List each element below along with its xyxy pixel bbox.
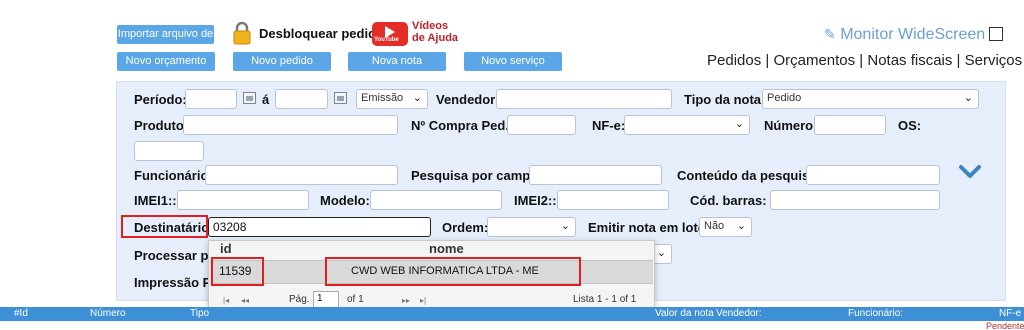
- widescreen-checkbox[interactable]: [989, 27, 1003, 41]
- col-name-header: nome: [429, 241, 464, 256]
- new-service-button[interactable]: Novo serviço: [464, 52, 562, 71]
- period-end-input[interactable]: [275, 89, 328, 109]
- model-label: Modelo:: [320, 193, 370, 208]
- date-type-value: Emissão: [361, 92, 404, 104]
- recipient-label-highlight: [121, 215, 208, 238]
- chevron-down-icon: ⌄: [412, 92, 422, 104]
- new-invoice-button[interactable]: Nova nota: [348, 52, 446, 71]
- chevron-down-icon: ⌄: [560, 220, 570, 232]
- first-page-icon[interactable]: |◂: [223, 296, 229, 305]
- chevron-down-icon: ⌄: [734, 118, 744, 130]
- section-nav[interactable]: Pedidos | Orçamentos | Notas fiscais | S…: [707, 52, 1022, 69]
- barcode-label: Cód. barras:: [690, 193, 767, 208]
- col-id[interactable]: #Id: [14, 308, 28, 319]
- process-select[interactable]: ⌄: [652, 244, 672, 264]
- number-input[interactable]: [814, 115, 886, 135]
- col-type[interactable]: Tipo: [190, 308, 209, 319]
- product-label: Produto:: [134, 118, 189, 133]
- employee-input[interactable]: [205, 165, 398, 185]
- order-label: Ordem:: [442, 220, 489, 235]
- col-nfe[interactable]: NF-e: [999, 308, 1021, 319]
- date-type-select[interactable]: Emissão ⌄: [356, 89, 428, 109]
- nfe-select[interactable]: ⌄: [624, 115, 750, 135]
- next-page-icon[interactable]: ▸▸: [402, 296, 410, 305]
- prev-page-icon[interactable]: ◂◂: [241, 296, 249, 305]
- col-number[interactable]: Número: [90, 308, 126, 319]
- chevron-down-icon: ⌄: [736, 220, 746, 232]
- imei1-label: IMEI1::: [134, 193, 177, 208]
- period-start-input[interactable]: [185, 89, 237, 109]
- last-page-icon[interactable]: ▸|: [420, 296, 426, 305]
- lock-icon[interactable]: [232, 21, 252, 45]
- videos-line2: de Ajuda: [412, 32, 459, 44]
- search-field-label: Pesquisa por campo:: [411, 168, 543, 183]
- invoice-type-value: Pedido: [767, 92, 802, 104]
- calendar-icon[interactable]: [334, 92, 347, 104]
- os-input[interactable]: [134, 141, 204, 161]
- model-input[interactable]: [370, 190, 502, 210]
- batch-invoice-value: Não: [704, 220, 725, 232]
- monitor-label: Monitor WideScreen: [840, 26, 986, 43]
- page-number-input[interactable]: 1: [313, 291, 339, 308]
- imei2-label: IMEI2::: [514, 193, 557, 208]
- chevron-down-icon: ⌄: [963, 92, 973, 104]
- search-field-input[interactable]: [529, 165, 662, 185]
- chevron-down-icon: ⌄: [656, 247, 666, 259]
- youtube-text: YouTube: [374, 37, 399, 43]
- invoice-type-label: Tipo da nota:: [684, 92, 766, 107]
- youtube-icon: YouTube: [372, 22, 408, 46]
- number-label: Número:: [764, 118, 818, 133]
- batch-invoice-select[interactable]: Não ⌄: [699, 217, 752, 237]
- search-content-input[interactable]: [806, 165, 940, 185]
- recipient-input[interactable]: 03208: [208, 217, 431, 237]
- imei2-input[interactable]: [557, 190, 669, 210]
- page-total-label: of 1: [347, 294, 364, 305]
- edit-icon: ✎: [824, 26, 836, 42]
- monitor-widescreen-link[interactable]: ✎ Monitor WideScreen: [824, 26, 985, 44]
- batch-invoice-label: Emitir nota em lote:: [588, 220, 710, 235]
- status-badge: Pendente: [986, 321, 1024, 330]
- seller-label: Vendedor:: [436, 92, 500, 107]
- new-budget-button[interactable]: Novo orçamento: [117, 52, 215, 71]
- process-label: Processar pe: [134, 248, 216, 263]
- calendar-icon[interactable]: [243, 92, 256, 104]
- col-id-header: id: [220, 241, 232, 256]
- col-value[interactable]: Valor da nota: [655, 308, 714, 319]
- seller-input[interactable]: [496, 89, 672, 109]
- period-to-label: á: [262, 92, 270, 107]
- result-id-highlight: [211, 257, 264, 286]
- result-name-highlight: [325, 257, 581, 286]
- results-table-header: #Id Número Tipo Valor da nota Vendedor: …: [0, 307, 1024, 321]
- table-row[interactable]: Pendente: [0, 321, 1024, 330]
- videos-line1: Vídeos: [412, 20, 449, 32]
- invoice-type-select[interactable]: Pedido ⌄: [762, 89, 979, 109]
- page-label: Pág.: [289, 294, 310, 305]
- new-order-button[interactable]: Novo pedido: [233, 52, 331, 71]
- period-label: Período:: [134, 92, 187, 107]
- purchase-order-input[interactable]: [507, 115, 576, 135]
- col-seller[interactable]: Vendedor:: [716, 308, 762, 319]
- purchase-order-label: Nº Compra Ped.:: [411, 118, 514, 133]
- list-count-label: Lista 1 - 1 of 1: [573, 294, 637, 305]
- employee-label: Funcionário:: [134, 168, 213, 183]
- product-input[interactable]: [183, 115, 398, 135]
- search-content-label: Conteúdo da pesquisa:: [677, 168, 821, 183]
- col-employee[interactable]: Funcionário:: [848, 308, 903, 319]
- order-select[interactable]: ⌄: [487, 217, 576, 237]
- os-label: OS:: [898, 118, 922, 133]
- videos-label: Vídeos de Ajuda: [412, 20, 458, 44]
- import-file-button[interactable]: Importar arquivo de: [117, 25, 214, 44]
- video-help-button[interactable]: YouTube Vídeos de Ajuda: [372, 20, 468, 48]
- barcode-input[interactable]: [770, 190, 940, 210]
- nfe-label: NF-e:: [592, 118, 626, 133]
- expand-filters-icon[interactable]: [958, 164, 982, 182]
- imei1-input[interactable]: [177, 190, 309, 210]
